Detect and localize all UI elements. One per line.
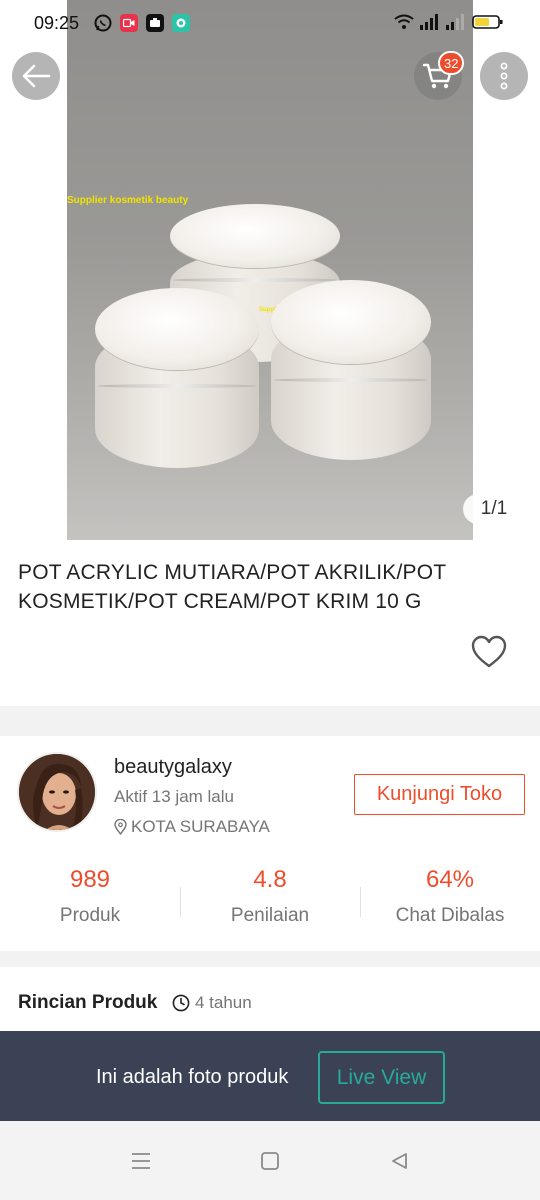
stat-chat-reply[interactable]: 64% Chat Dibalas xyxy=(360,866,540,927)
more-vertical-icon xyxy=(500,62,508,90)
stat-label: Produk xyxy=(59,905,121,926)
cart-count-badge: 32 xyxy=(438,51,465,75)
visit-shop-button[interactable]: Kunjungi Toko xyxy=(354,774,525,815)
whatsapp-icon xyxy=(94,14,112,32)
favorite-button[interactable] xyxy=(470,634,508,670)
jar-right xyxy=(271,280,431,470)
system-icons xyxy=(394,14,504,30)
triangle-back-icon xyxy=(392,1153,407,1169)
square-icon xyxy=(261,1152,279,1170)
battery-icon xyxy=(472,15,503,29)
notification-app-icon xyxy=(146,14,164,32)
home-button[interactable] xyxy=(256,1147,284,1175)
signal-icon-2 xyxy=(446,14,464,30)
arrow-left-icon xyxy=(22,64,51,88)
shop-name[interactable]: beautygalaxy xyxy=(114,756,232,779)
shop-location-text: KOTA SURABAYA xyxy=(131,817,270,836)
recent-apps-button[interactable] xyxy=(127,1147,155,1175)
signal-icon xyxy=(420,14,438,30)
product-title: POT ACRYLIC MUTIARA/POT AKRILIK/POT KOSM… xyxy=(18,561,446,613)
stat-value: 989 xyxy=(69,866,111,893)
image-counter: 1/1 xyxy=(463,494,525,524)
stat-value: 64% xyxy=(425,866,475,893)
status-time: 09:25 xyxy=(34,13,80,33)
shop-active-status: Aktif 13 jam lalu xyxy=(114,787,234,806)
screen-record-icon xyxy=(120,14,138,32)
heart-icon xyxy=(471,635,507,668)
avatar-portrait xyxy=(19,754,95,830)
stat-label: Chat Dibalas xyxy=(395,905,505,926)
product-photo[interactable]: Supplier kosmetik beauty Supplier kosmet… xyxy=(67,0,473,540)
shop-avatar[interactable] xyxy=(17,752,97,832)
live-view-banner: Ini adalah foto produk Live View xyxy=(0,1031,540,1121)
shop-location: KOTA SURABAYA xyxy=(114,817,270,837)
status-bar: 09:25 xyxy=(0,0,540,46)
wifi-icon xyxy=(394,14,414,29)
banner-text: Ini adalah foto produk xyxy=(96,1066,289,1088)
chat-app-icon xyxy=(172,14,190,32)
listing-age: 4 tahun xyxy=(172,993,252,1013)
clock-icon xyxy=(172,994,190,1012)
stat-products[interactable]: 989 Produk xyxy=(0,866,180,927)
location-pin-icon xyxy=(114,819,127,835)
details-heading: Rincian Produk xyxy=(18,992,158,1013)
stat-rating[interactable]: 4.8 Penilaian xyxy=(180,866,360,927)
jar-left xyxy=(95,288,259,478)
menu-lines-icon xyxy=(132,1153,150,1169)
stat-value: 4.8 xyxy=(253,866,287,893)
listing-age-text: 4 tahun xyxy=(195,993,252,1012)
section-divider xyxy=(0,706,540,736)
section-divider xyxy=(0,951,540,967)
system-navigation-bar xyxy=(0,1121,540,1200)
stat-label: Penilaian xyxy=(230,905,310,926)
live-view-button[interactable]: Live View xyxy=(318,1051,445,1104)
notification-icons xyxy=(94,14,190,32)
more-options-button[interactable] xyxy=(480,52,528,100)
system-back-button[interactable] xyxy=(385,1147,413,1175)
back-button[interactable] xyxy=(12,52,60,100)
